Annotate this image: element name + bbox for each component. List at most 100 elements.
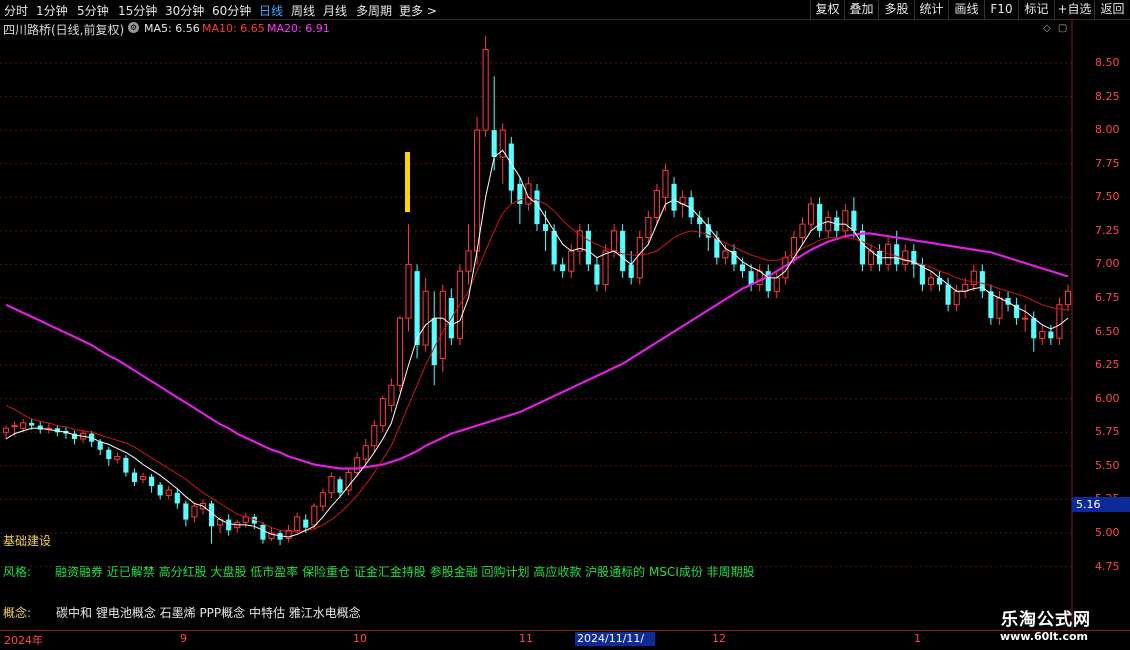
ma10-line xyxy=(5,196,1069,533)
window-controls: ◇ ▢ xyxy=(1043,23,1067,34)
kline-chart[interactable] xyxy=(0,20,1130,630)
candle-up xyxy=(602,250,609,286)
candle-down xyxy=(183,503,189,520)
candle-down xyxy=(628,264,634,278)
date-label-year: 2024年 xyxy=(4,634,43,647)
candle-down xyxy=(851,210,857,231)
date-label-dec: 12 xyxy=(712,632,726,645)
period-tab-multi[interactable]: 多周期 xyxy=(356,2,392,19)
price-tick-label: 5.00 xyxy=(1095,526,1120,539)
f10-button[interactable]: F10 xyxy=(984,0,1018,20)
candle-down xyxy=(29,422,35,426)
candle-up xyxy=(611,230,618,252)
watermark-url: www.60lt.com xyxy=(1000,630,1089,643)
period-tab-weekly[interactable]: 周线 xyxy=(291,2,315,19)
date-label-sep: 9 xyxy=(180,632,187,645)
candle-down xyxy=(620,230,626,272)
candle-up xyxy=(1064,290,1072,306)
candle-up xyxy=(568,250,575,272)
period-tab-daily[interactable]: 日线 xyxy=(259,2,283,19)
candle-down xyxy=(1048,331,1054,339)
price-tick-label: 5.50 xyxy=(1095,458,1120,472)
period-tab-5min[interactable]: 5分钟 xyxy=(77,2,109,19)
candle-down xyxy=(226,519,232,531)
candle-up xyxy=(825,216,832,232)
candle-up xyxy=(345,472,352,491)
candle-up xyxy=(311,505,318,526)
candle-down xyxy=(859,230,866,265)
period-tab-60min[interactable]: 60分钟 xyxy=(212,2,251,19)
period-tab-1min[interactable]: 1分钟 xyxy=(36,2,68,19)
price-tick-label: 4.75 xyxy=(1095,559,1120,573)
candle-up xyxy=(405,263,412,319)
ma10-legend: MA10: 6.65 xyxy=(202,22,265,35)
candle-up xyxy=(114,455,121,460)
price-tick-label: 7.25 xyxy=(1095,223,1120,237)
candle-down xyxy=(945,284,951,305)
concept-label: 概念: xyxy=(3,606,32,620)
candle-down xyxy=(739,264,746,272)
candle-down xyxy=(671,183,677,211)
candle-up xyxy=(473,129,481,252)
candle-up xyxy=(379,398,386,427)
candle-up xyxy=(465,250,472,272)
candle-up xyxy=(20,422,27,429)
price-tick-label: 6.50 xyxy=(1095,324,1120,338)
candle-down xyxy=(131,472,138,482)
period-tab-monthly[interactable]: 月线 xyxy=(323,2,347,19)
date-label-nov: 11 xyxy=(519,632,533,645)
period-tab-30min[interactable]: 30分钟 xyxy=(165,2,204,19)
candle-down xyxy=(560,264,566,272)
price-tick-label: 8.00 xyxy=(1095,123,1120,137)
candle-up xyxy=(396,317,404,386)
candle-up xyxy=(807,203,815,225)
signal-marker xyxy=(405,152,410,212)
price-tick-label: 8.50 xyxy=(1095,56,1120,69)
price-tick-label: 7.50 xyxy=(1095,190,1120,204)
candle-up xyxy=(362,445,369,460)
statistics-button[interactable]: 统计 xyxy=(914,0,948,20)
period-tab-intraday[interactable]: 分时 xyxy=(4,2,28,19)
candle-up xyxy=(1039,331,1046,339)
price-tick-label: 7.75 xyxy=(1095,156,1120,170)
fuquan-button[interactable]: 复权 xyxy=(810,0,844,20)
price-tick-label: 6.75 xyxy=(1095,291,1120,304)
overlay-button[interactable]: 叠加 xyxy=(844,0,878,20)
draw-line-button[interactable]: 画线 xyxy=(948,0,984,20)
candle-down xyxy=(551,230,557,265)
back-button[interactable]: 返回 xyxy=(1094,0,1130,20)
candle-up xyxy=(388,384,395,406)
industry-label: 基础建设 xyxy=(3,534,52,548)
candle-up xyxy=(902,250,909,265)
watermark-title: 乐淘公式网 xyxy=(1001,610,1091,630)
candle-down xyxy=(817,204,823,231)
price-tick-label: 7.00 xyxy=(1095,257,1120,271)
candle-up xyxy=(11,425,18,428)
add-favorite-button[interactable]: +自选 xyxy=(1054,0,1094,20)
candle-down xyxy=(585,230,591,265)
candle-up xyxy=(294,516,301,531)
candle-down xyxy=(174,492,180,504)
concept-tags: 碳中和 锂电池概念 石墨烯 PPP概念 中特估 雅江水电概念 xyxy=(56,606,361,620)
multi-stock-button[interactable]: 多股 xyxy=(878,0,914,20)
mark-button[interactable]: 标记 xyxy=(1018,0,1054,20)
settings-gear-icon[interactable]: ⚙ xyxy=(128,22,139,33)
candle-up xyxy=(645,216,652,239)
candle-down xyxy=(594,264,600,285)
candle-up xyxy=(422,290,429,346)
candle-down xyxy=(149,476,155,486)
candle-down xyxy=(431,318,437,366)
candle-up xyxy=(799,223,806,239)
period-tab-more[interactable]: 更多 > xyxy=(399,2,437,19)
candle-down xyxy=(894,244,900,265)
selected-date-box: 2024/11/11/— xyxy=(575,632,655,650)
price-tick-label: 8.25 xyxy=(1095,89,1120,103)
candle-down xyxy=(1031,318,1037,339)
ma5-legend: MA5: 6.56 xyxy=(144,22,200,35)
diamond-icon[interactable]: ◇ xyxy=(1043,23,1051,34)
period-tab-15min[interactable]: 15分钟 xyxy=(118,2,157,19)
price-tick-label: 5.75 xyxy=(1095,425,1120,439)
candle-down xyxy=(106,449,112,460)
candle-down xyxy=(157,484,163,496)
window-icon[interactable]: ▢ xyxy=(1058,23,1067,34)
